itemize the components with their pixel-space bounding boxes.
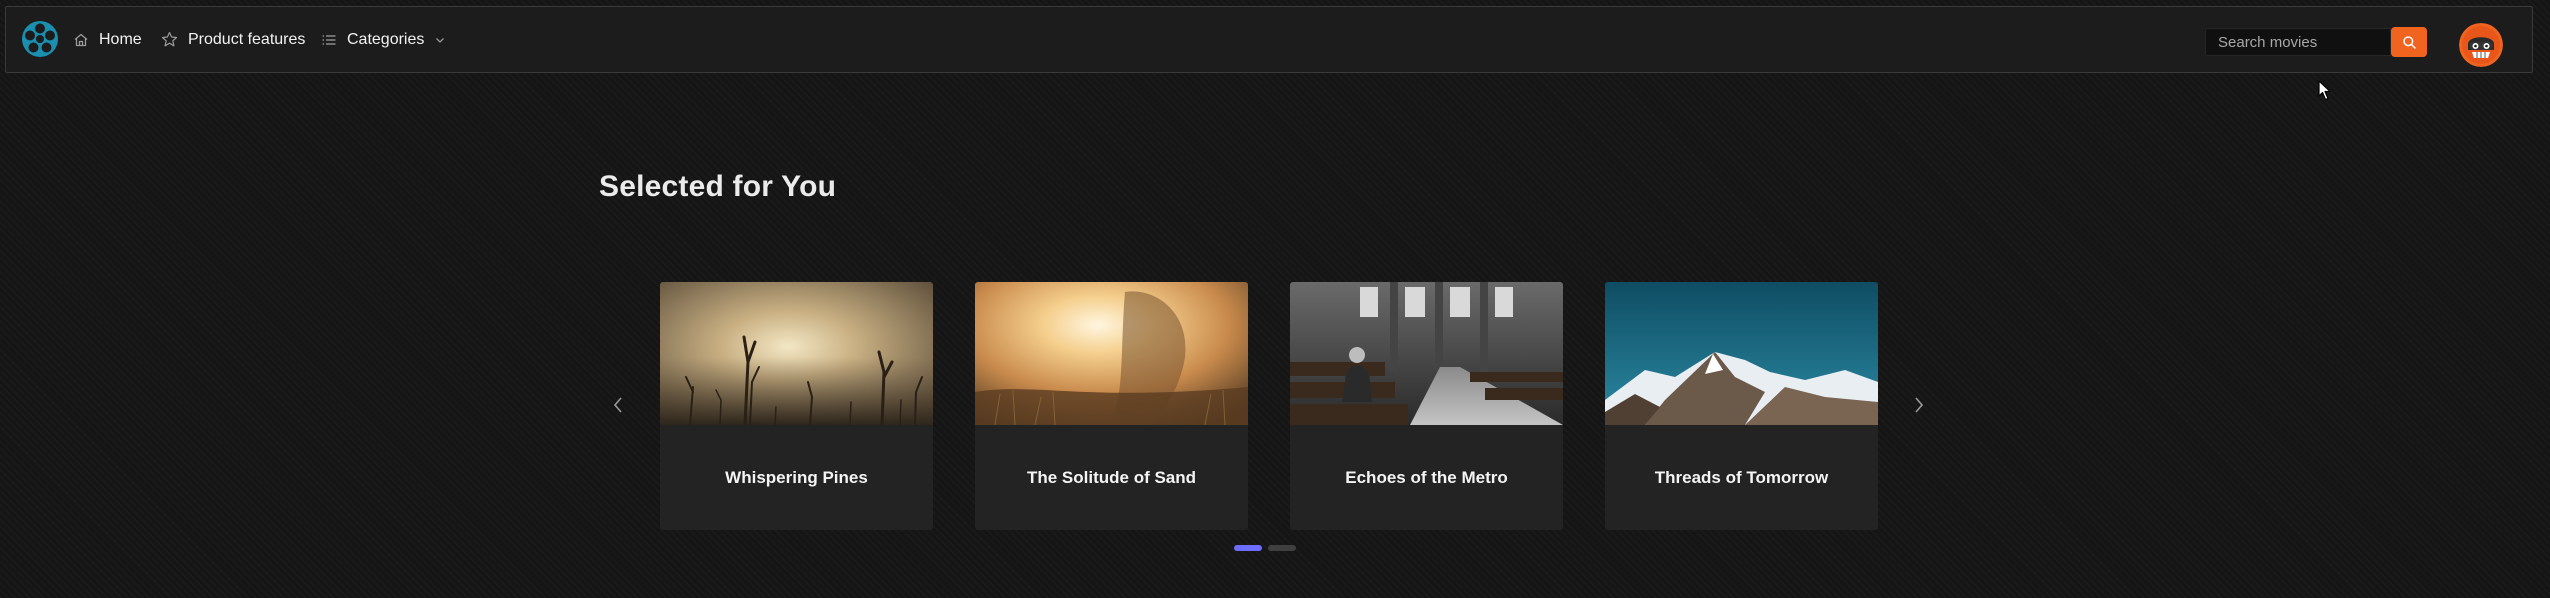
search-bar bbox=[2205, 27, 2427, 57]
carousel-prev-button[interactable] bbox=[608, 392, 628, 418]
pagination-dot-2[interactable] bbox=[1268, 545, 1296, 551]
nav-product-features-link[interactable]: Product features bbox=[161, 7, 305, 72]
chevron-left-icon bbox=[613, 397, 622, 413]
movie-card[interactable]: The Solitude of Sand bbox=[975, 282, 1248, 530]
home-icon bbox=[74, 33, 88, 46]
mouse-cursor-icon bbox=[2318, 80, 2331, 101]
section-title: Selected for You bbox=[599, 170, 837, 203]
movie-card-title: Echoes of the Metro bbox=[1345, 467, 1508, 487]
top-navbar: Home Product features Categories bbox=[5, 6, 2533, 73]
search-input[interactable] bbox=[2205, 28, 2391, 56]
movie-card-title: The Solitude of Sand bbox=[1026, 467, 1197, 487]
star-icon bbox=[161, 31, 178, 47]
nav-home-label: Home bbox=[99, 30, 142, 48]
movie-card[interactable]: Echoes of the Metro bbox=[1290, 282, 1563, 530]
movie-card-title: Whispering Pines bbox=[725, 467, 868, 487]
film-reel-icon[interactable] bbox=[20, 19, 60, 59]
chevron-right-icon bbox=[1915, 397, 1924, 413]
pagination-dot-1[interactable] bbox=[1234, 545, 1262, 551]
movie-poster-image bbox=[660, 282, 933, 425]
search-button[interactable] bbox=[2391, 27, 2427, 57]
movie-card[interactable]: Whispering Pines bbox=[660, 282, 933, 530]
nav-categories-label: Categories bbox=[347, 30, 425, 48]
search-icon bbox=[2402, 35, 2416, 49]
movie-card-title: Threads of Tomorrow bbox=[1654, 467, 1829, 487]
carousel-pagination bbox=[1234, 545, 1296, 551]
movie-poster-image bbox=[975, 282, 1248, 425]
movie-poster-image bbox=[1290, 282, 1563, 425]
movie-card[interactable]: Threads of Tomorrow bbox=[1605, 282, 1878, 530]
nav-features-label: Product features bbox=[188, 30, 306, 48]
nav-home-link[interactable]: Home bbox=[73, 7, 142, 72]
movie-poster-image bbox=[1605, 282, 1878, 425]
chevron-down-icon bbox=[436, 37, 445, 43]
list-icon bbox=[322, 34, 336, 45]
user-avatar[interactable] bbox=[2459, 23, 2503, 67]
carousel-next-button[interactable] bbox=[1909, 392, 1929, 418]
nav-categories-dropdown[interactable]: Categories bbox=[321, 7, 446, 72]
